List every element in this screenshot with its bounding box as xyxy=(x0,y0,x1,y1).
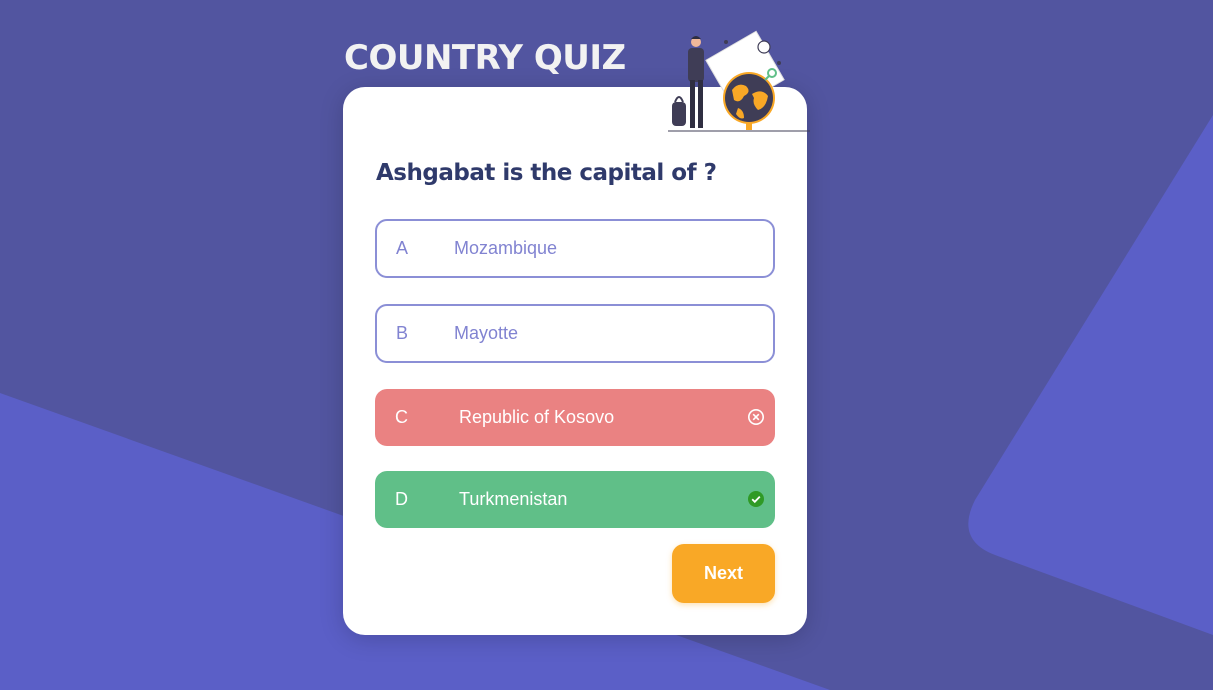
question-text: Ashgabat is the capital of ? xyxy=(376,160,717,186)
check-circle-icon xyxy=(748,491,764,507)
option-letter: C xyxy=(395,407,408,427)
next-button[interactable]: Next xyxy=(672,544,775,603)
option-label: Turkmenistan xyxy=(459,489,568,509)
option-d[interactable]: D Turkmenistan xyxy=(375,471,775,528)
option-letter: A xyxy=(396,238,409,258)
app-title: COUNTRY QUIZ xyxy=(344,38,626,78)
option-c[interactable]: C Republic of Kosovo xyxy=(375,389,775,446)
traveler-globe-illustration xyxy=(668,30,810,132)
option-label: Mayotte xyxy=(454,323,519,343)
option-letter: B xyxy=(396,323,409,343)
x-circle-icon xyxy=(748,409,764,425)
option-label: Republic of Kosovo xyxy=(459,407,615,427)
option-letter: D xyxy=(395,489,408,509)
option-b[interactable]: B Mayotte xyxy=(375,304,775,363)
option-label: Mozambique xyxy=(454,238,558,258)
option-a[interactable]: A Mozambique xyxy=(375,219,775,278)
